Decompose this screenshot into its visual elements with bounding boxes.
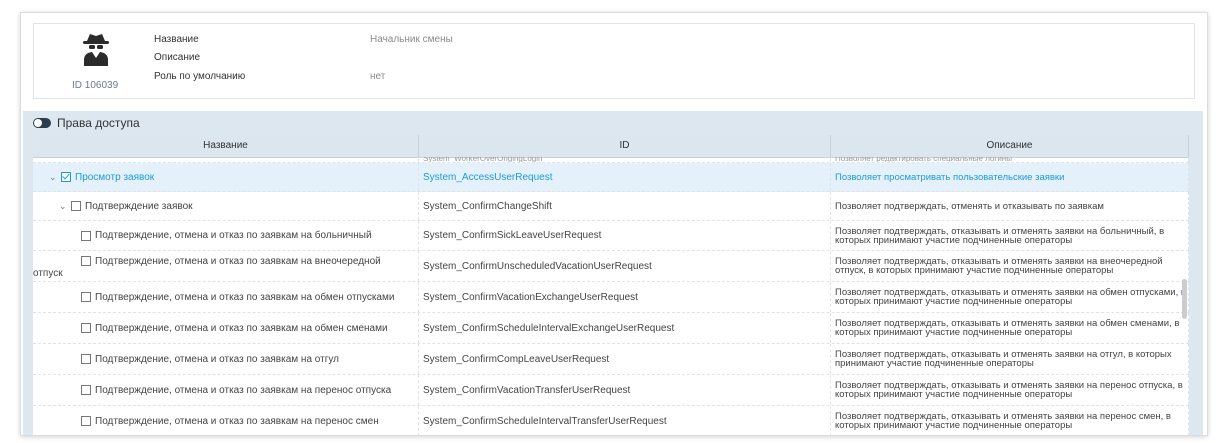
row-name: [33, 157, 419, 162]
row-id: System_ConfirmCompLeaveUserRequest: [419, 344, 831, 374]
checkbox-icon[interactable]: [81, 292, 91, 302]
row-id: System_ConfirmChangeShift: [419, 192, 831, 220]
row-description: Позволяет подтверждать, отменять и отказ…: [831, 192, 1189, 220]
spy-icon: [83, 34, 109, 66]
row-name-cell: Подтверждение, отмена и отказ по заявкам…: [33, 221, 419, 250]
toggle-icon[interactable]: [33, 118, 51, 128]
table-row[interactable]: Подтверждение, отмена и отказ по заявкам…: [33, 282, 1189, 313]
row-description: Позволяет подтверждать, отказывать и отм…: [831, 406, 1189, 435]
checkbox-icon[interactable]: [71, 201, 81, 211]
description-label: Описание: [154, 52, 201, 63]
row-name-cell: Подтверждение, отмена и отказ по заявкам…: [33, 282, 419, 312]
row-description: Позволяет подтверждать, отказывать и отм…: [831, 344, 1189, 374]
row-id: System_ConfirmUnscheduledVacationUserReq…: [419, 251, 831, 281]
row-name-cell: Подтверждение, отмена и отказ по заявкам…: [33, 406, 419, 435]
table-row[interactable]: ⌄ Просмотр заявок System_AccessUserReque…: [33, 163, 1189, 192]
row-description: Позволяет подтверждать, отказывать и отм…: [831, 282, 1189, 312]
row-description: Позволяет подтверждать, отказывать и отм…: [831, 313, 1189, 343]
table-header: Название ID Описание: [33, 135, 1189, 158]
row-name: Подтверждение заявок: [85, 200, 193, 212]
row-description: Позволяет подтверждать, отказывать и отм…: [831, 375, 1189, 405]
checkbox-icon[interactable]: [81, 323, 91, 333]
column-header-description[interactable]: Описание: [831, 135, 1189, 157]
row-description: Позволяет подтверждать, отказывать и отм…: [831, 251, 1189, 281]
checkbox-icon[interactable]: [81, 354, 91, 364]
row-name: Подтверждение, отмена и отказ по заявкам…: [95, 256, 381, 267]
row-id: System_ConfirmScheduleIntervalExchangeUs…: [419, 313, 831, 343]
row-description: Позволяет редактировать специальные логи…: [831, 157, 1189, 162]
table-row[interactable]: Подтверждение, отмена и отказ по заявкам…: [33, 375, 1189, 406]
table-row[interactable]: Подтверждение, отмена и отказ по заявкам…: [33, 344, 1189, 375]
permissions-table: Название ID Описание System_WorkerOverOr…: [33, 135, 1189, 435]
access-rights-section: Права доступа Название ID Описание Syste…: [23, 111, 1203, 435]
row-name-wrap: отпуск: [33, 268, 63, 279]
table-row[interactable]: Подтверждение, отмена и отказ по заявкам…: [33, 406, 1189, 435]
column-header-name[interactable]: Название: [33, 135, 419, 157]
row-name: Подтверждение, отмена и отказ по заявкам…: [95, 353, 339, 365]
row-name: Подтверждение, отмена и отказ по заявкам…: [95, 384, 392, 396]
row-description: Позволяет просматривать пользовательские…: [831, 163, 1189, 191]
row-name: Подтверждение, отмена и отказ по заявкам…: [95, 230, 372, 241]
role-id: ID 106039: [72, 80, 119, 91]
chevron-down-icon[interactable]: ⌄: [49, 172, 59, 183]
table-row[interactable]: Подтверждение, отмена и отказ по заявкам…: [33, 221, 1189, 251]
role-info-card: ID 106039 Название Начальник смены Описа…: [33, 23, 1195, 99]
row-name-cell: ⌄ Просмотр заявок: [33, 163, 419, 191]
table-row[interactable]: ⌄ Подтверждение заявок System_ConfirmCha…: [33, 192, 1189, 221]
table-row[interactable]: Подтверждение, отмена и отказ по заявкам…: [33, 313, 1189, 344]
row-id: System_AccessUserRequest: [419, 163, 831, 191]
checkbox-icon[interactable]: [81, 416, 91, 426]
chevron-down-icon[interactable]: ⌄: [59, 201, 69, 212]
section-title: Права доступа: [57, 116, 140, 130]
row-id: System_ConfirmSickLeaveUserRequest: [419, 221, 831, 250]
checkbox-icon[interactable]: [81, 230, 91, 241]
row-name-cell: Подтверждение, отмена и отказ по заявкам…: [33, 375, 419, 405]
row-name-cell: Подтверждение, отмена и отказ по заявкам…: [33, 313, 419, 343]
access-rights-header: Права доступа: [33, 113, 140, 133]
row-name: Подтверждение, отмена и отказ по заявкам…: [95, 415, 379, 427]
checkbox-icon[interactable]: [61, 172, 71, 182]
row-name-cell: ⌄ Подтверждение заявок: [33, 192, 419, 220]
row-name: Просмотр заявок: [75, 171, 155, 183]
column-header-id[interactable]: ID: [419, 135, 831, 157]
row-name-cell: Подтверждение, отмена и отказ по заявкам…: [33, 344, 419, 374]
row-name: Подтверждение, отмена и отказ по заявкам…: [95, 322, 388, 334]
name-label: Название: [154, 34, 199, 45]
table-body: System_WorkerOverOrigingLogin Позволяет …: [33, 157, 1189, 435]
row-id: System_WorkerOverOrigingLogin: [419, 157, 831, 162]
checkbox-icon[interactable]: [81, 385, 91, 395]
row-id: System_ConfirmVacationTransferUserReques…: [419, 375, 831, 405]
default-role-label: Роль по умолчанию: [154, 71, 246, 82]
row-name-cell: Подтверждение, отмена и отказ по заявкам…: [33, 251, 419, 281]
row-name: Подтверждение, отмена и отказ по заявкам…: [95, 291, 395, 303]
checkbox-icon[interactable]: [81, 256, 91, 267]
name-value: Начальник смены: [370, 34, 453, 45]
row-id: System_ConfirmVacationExchangeUserReques…: [419, 282, 831, 312]
role-window: ID 106039 Название Начальник смены Описа…: [20, 12, 1208, 436]
table-row[interactable]: Подтверждение, отмена и отказ по заявкам…: [33, 251, 1189, 282]
table-scrollbar[interactable]: [1182, 279, 1187, 319]
default-role-value: нет: [370, 71, 386, 82]
row-id: System_ConfirmScheduleIntervalTransferUs…: [419, 406, 831, 435]
row-description: Позволяет подтверждать, отказывать и отм…: [831, 221, 1189, 250]
